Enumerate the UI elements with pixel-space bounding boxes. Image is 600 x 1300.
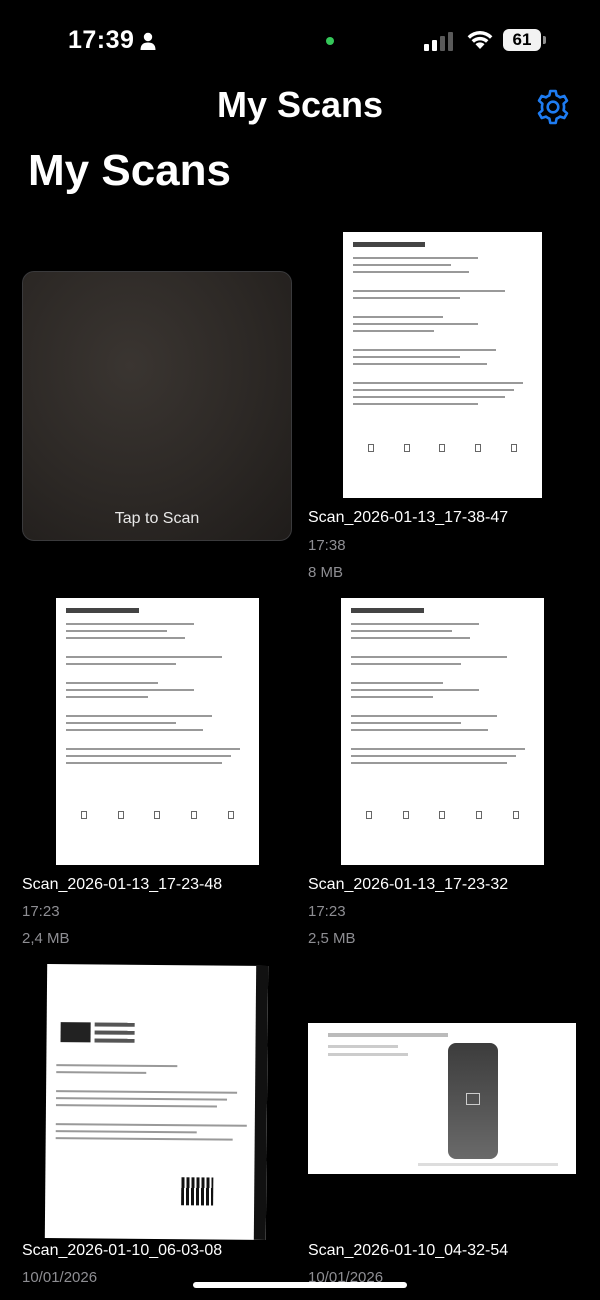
gear-icon[interactable] <box>534 88 572 126</box>
wifi-icon <box>467 31 493 49</box>
scan-size: 2,4 MB <box>22 930 70 947</box>
scan-name: Scan_2026-01-13_17-38-47 <box>308 509 509 526</box>
tap-to-scan-label: Tap to Scan <box>114 510 200 527</box>
nav-title: My Scans <box>216 84 384 125</box>
scan-size: 2,5 MB <box>308 930 356 947</box>
status-time: 17:39 <box>68 26 135 54</box>
scan-name: Scan_2026-01-10_04-32-54 <box>308 1242 509 1259</box>
tap-to-scan-button[interactable]: Tap to Scan <box>22 271 292 541</box>
scan-time: 17:38 <box>308 537 346 554</box>
scan-size: 8 MB <box>308 564 344 581</box>
battery-tip <box>543 36 546 44</box>
scan-name: Scan_2026-01-10_06-03-08 <box>22 1242 223 1259</box>
scan-thumbnail[interactable] <box>308 1023 576 1174</box>
scan-thumbnail[interactable] <box>56 598 259 865</box>
status-bar: 17:39 61 <box>0 0 600 80</box>
scan-name: Scan_2026-01-13_17-23-32 <box>308 876 509 893</box>
scan-time: 17:23 <box>308 903 346 920</box>
scan-thumbnail[interactable] <box>44 964 269 1240</box>
battery-indicator: 61 <box>503 29 541 51</box>
scan-name: Scan_2026-01-13_17-23-48 <box>22 876 223 893</box>
scan-thumbnail[interactable] <box>341 598 544 865</box>
scan-time: 17:23 <box>22 903 60 920</box>
scan-thumbnail[interactable] <box>343 232 542 498</box>
person-icon <box>140 32 156 50</box>
home-indicator[interactable] <box>193 1282 407 1288</box>
page-title: My Scans <box>28 146 231 195</box>
scan-time: 10/01/2026 <box>22 1269 98 1286</box>
cellular-signal-icon <box>424 32 453 51</box>
camera-in-use-indicator <box>326 37 334 45</box>
